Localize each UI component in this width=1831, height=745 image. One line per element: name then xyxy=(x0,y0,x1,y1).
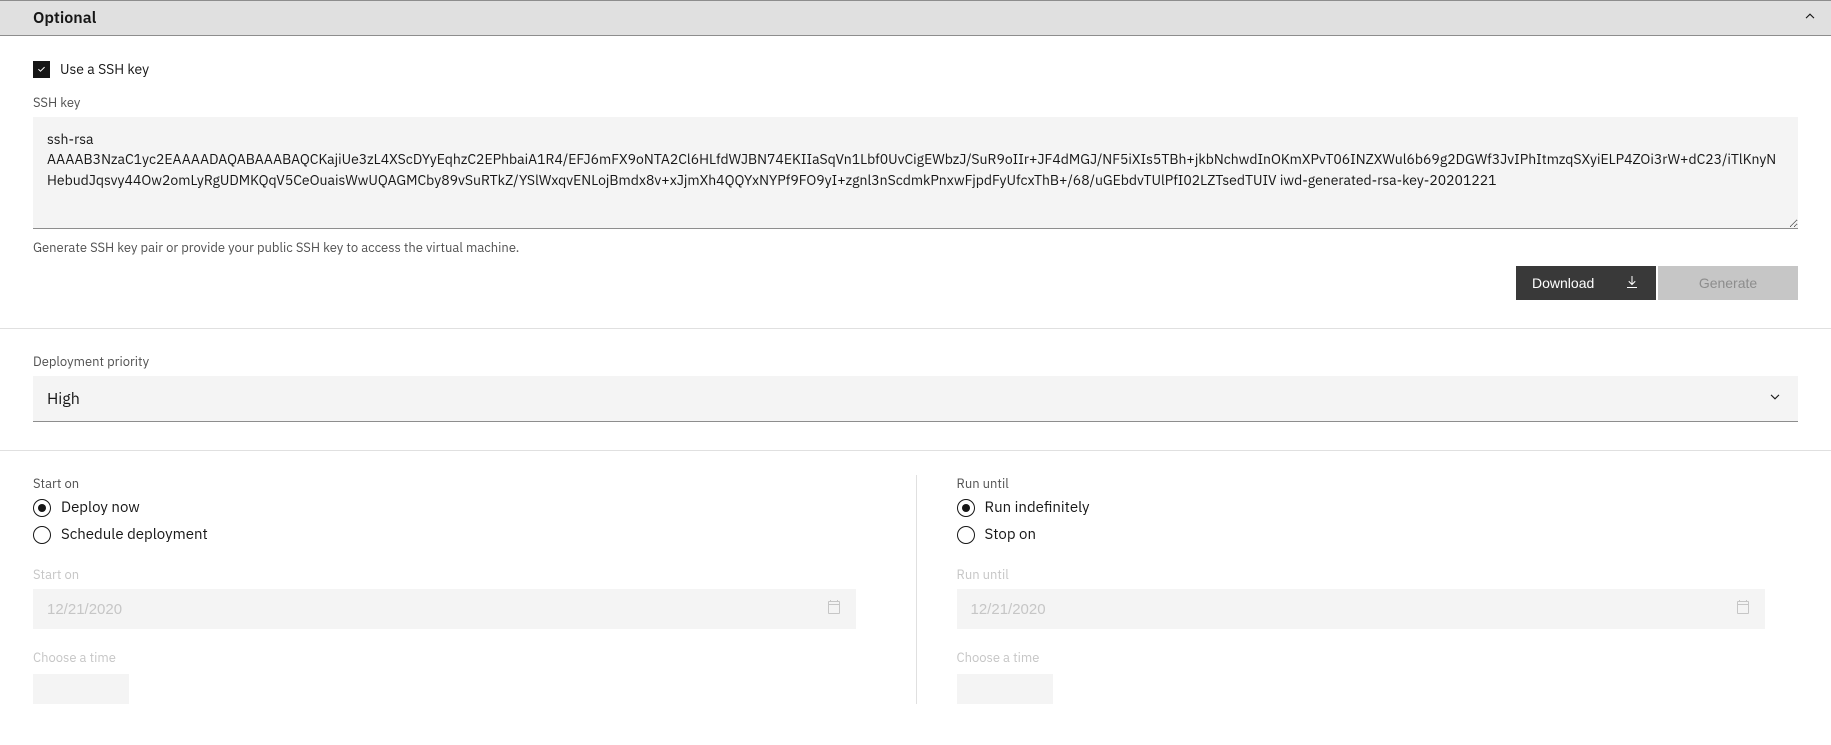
chevron-up-icon xyxy=(1803,9,1817,27)
use-ssh-key-checkbox[interactable] xyxy=(33,61,50,78)
ssh-key-label: SSH key xyxy=(33,94,1798,111)
schedule-deployment-radio-row[interactable]: Schedule deployment xyxy=(33,525,856,544)
run-until-label: Run until xyxy=(957,475,1766,492)
run-date-label: Run until xyxy=(957,566,1766,583)
start-time-label: Choose a time xyxy=(33,649,856,666)
schedule-deployment-radio[interactable] xyxy=(33,526,51,544)
calendar-icon xyxy=(1735,599,1751,619)
priority-select[interactable]: High xyxy=(33,376,1798,422)
deploy-now-label: Deploy now xyxy=(61,498,140,517)
run-time-label: Choose a time xyxy=(957,649,1766,666)
priority-label: Deployment priority xyxy=(33,353,1798,370)
ssh-section: Use a SSH key SSH key Generate SSH key p… xyxy=(0,36,1831,329)
use-ssh-key-checkbox-row[interactable]: Use a SSH key xyxy=(33,60,1798,78)
start-time-input xyxy=(33,674,129,704)
calendar-icon xyxy=(826,599,842,619)
deploy-now-radio[interactable] xyxy=(33,499,51,517)
run-until-column: Run until Run indefinitely Stop on Run u… xyxy=(916,475,1799,704)
start-on-label: Start on xyxy=(33,475,856,492)
stop-on-label: Stop on xyxy=(985,525,1036,544)
priority-select-wrap[interactable]: High xyxy=(33,376,1798,422)
run-indefinitely-radio[interactable] xyxy=(957,499,975,517)
generate-button-label: Generate xyxy=(1699,275,1757,291)
run-time-input xyxy=(957,674,1053,704)
use-ssh-key-label: Use a SSH key xyxy=(60,60,149,78)
download-button[interactable]: Download xyxy=(1516,266,1656,300)
download-icon xyxy=(1624,274,1640,293)
priority-section: Deployment priority High xyxy=(0,329,1831,451)
stop-on-radio[interactable] xyxy=(957,526,975,544)
start-date-label: Start on xyxy=(33,566,856,583)
start-date-input xyxy=(33,589,856,629)
start-on-column: Start on Deploy now Schedule deployment … xyxy=(33,475,916,704)
stop-on-radio-row[interactable]: Stop on xyxy=(957,525,1766,544)
ssh-key-textarea[interactable] xyxy=(33,117,1798,229)
run-date-input xyxy=(957,589,1766,629)
deploy-now-radio-row[interactable]: Deploy now xyxy=(33,498,856,517)
generate-button: Generate xyxy=(1658,266,1798,300)
run-indefinitely-radio-row[interactable]: Run indefinitely xyxy=(957,498,1766,517)
download-button-label: Download xyxy=(1532,275,1594,291)
accordion-header-optional[interactable]: Optional xyxy=(0,0,1831,36)
accordion-title: Optional xyxy=(33,8,96,28)
run-indefinitely-label: Run indefinitely xyxy=(985,498,1090,517)
ssh-helper-text: Generate SSH key pair or provide your pu… xyxy=(33,239,1798,256)
schedule-deployment-label: Schedule deployment xyxy=(61,525,208,544)
